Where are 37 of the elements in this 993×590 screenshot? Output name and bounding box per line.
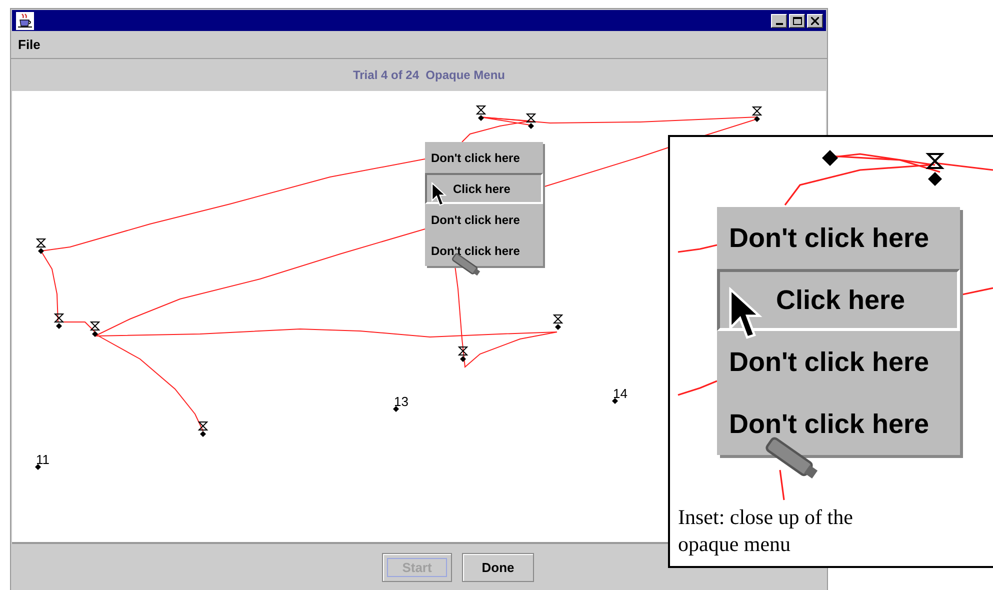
menu-item[interactable]: Don't click here xyxy=(717,207,960,269)
menu-item[interactable]: Don't click here xyxy=(717,331,960,393)
inset-caption: Inset: close up of the opaque menu xyxy=(678,504,854,558)
target-marker-icon xyxy=(198,422,208,437)
minimize-button[interactable] xyxy=(771,14,787,28)
coffee-cup-icon xyxy=(16,12,34,30)
target-marker-icon xyxy=(526,114,536,129)
target-number: 14 xyxy=(613,386,628,401)
maximize-button[interactable] xyxy=(789,14,805,28)
done-button[interactable]: Done xyxy=(462,552,534,582)
menu-item[interactable]: Don't click here xyxy=(425,235,543,266)
target-marker-icon xyxy=(752,106,762,122)
trial-title: Trial 4 of 24 Opaque Menu xyxy=(352,68,506,82)
target-marker-icon xyxy=(822,150,838,166)
target-marker-icon xyxy=(552,314,564,330)
target-marker-icon xyxy=(926,153,944,186)
target-marker-icon xyxy=(90,322,100,337)
menu-item[interactable]: Don't click here xyxy=(425,142,543,173)
cursor-trail-line xyxy=(678,380,718,396)
target-marker-icon xyxy=(458,346,468,362)
target-marker-icon xyxy=(54,314,64,329)
minimize-icon xyxy=(776,22,782,24)
menu-item[interactable]: Don't click here xyxy=(717,393,960,455)
target-number: 11 xyxy=(36,452,50,467)
close-button[interactable] xyxy=(807,14,823,28)
target-number: 13 xyxy=(394,394,408,409)
menu-item[interactable]: Click here xyxy=(717,269,960,331)
maximize-icon xyxy=(792,16,802,24)
cursor-trail-line xyxy=(678,244,718,253)
target-marker-icon xyxy=(476,106,486,121)
menu-item[interactable]: Don't click here xyxy=(425,204,543,235)
cursor-icon xyxy=(431,182,449,208)
menu-item[interactable]: Click here xyxy=(425,173,543,204)
target-marker-icon xyxy=(36,238,46,254)
menu-title[interactable]: File xyxy=(18,37,40,52)
close-icon xyxy=(811,16,819,24)
cursor-trail-line xyxy=(779,470,785,500)
